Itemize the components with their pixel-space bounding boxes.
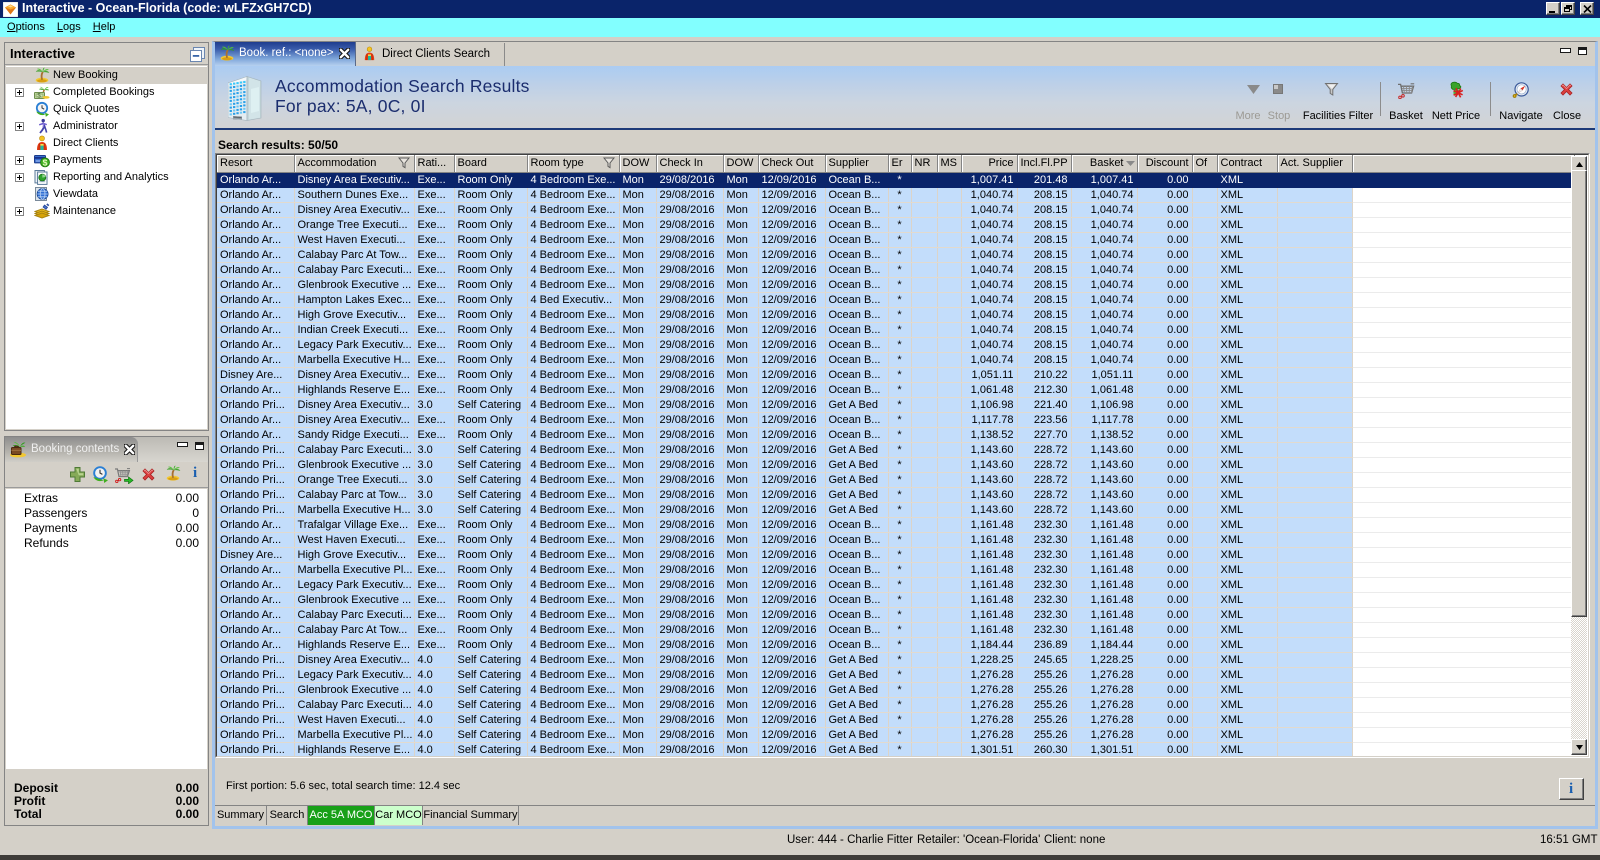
svg-text:$: $ — [43, 157, 48, 167]
